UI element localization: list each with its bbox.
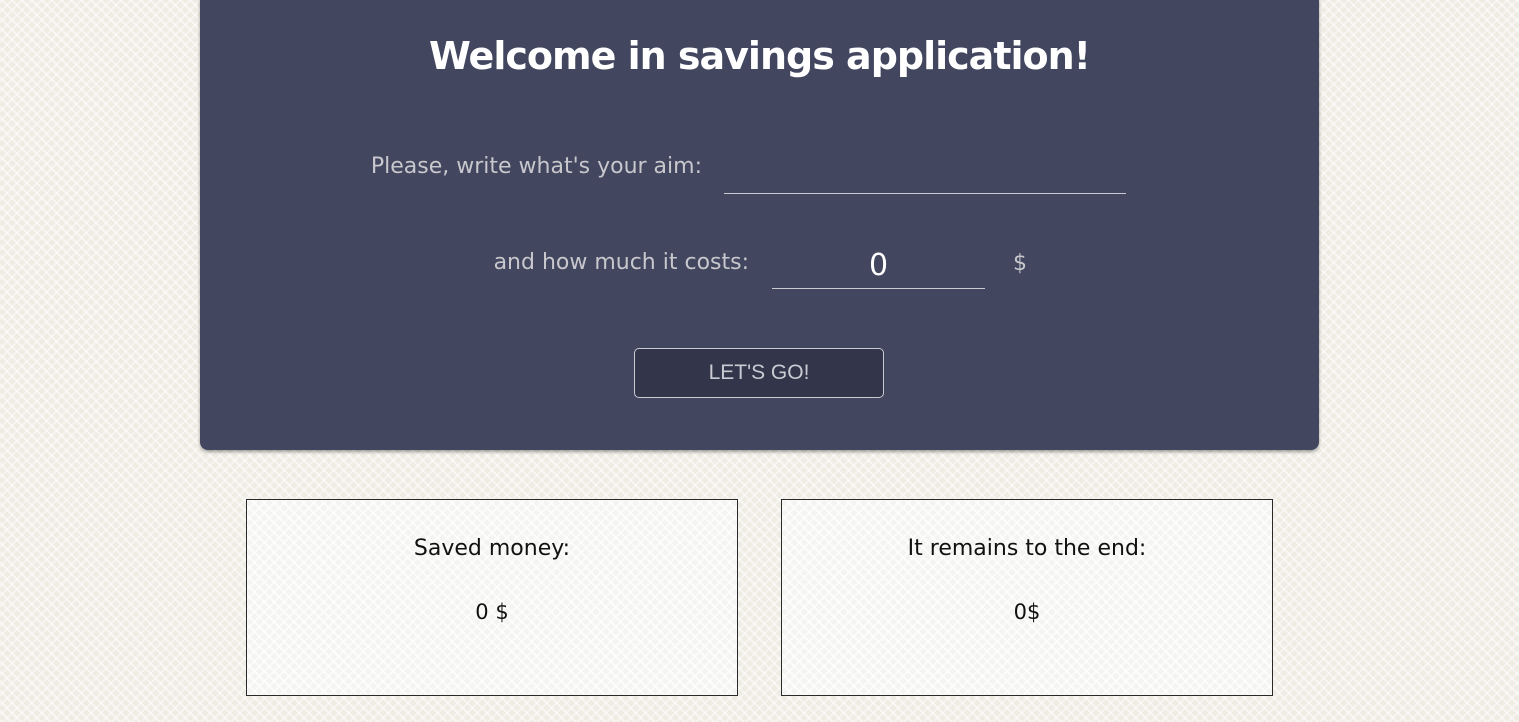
cost-input[interactable] [772,242,985,289]
lets-go-button[interactable]: LET'S GO! [634,348,884,398]
main-panel: Welcome in savings application! Please, … [200,0,1319,450]
currency-label: $ [1013,251,1027,276]
saved-money-title: Saved money: [413,536,571,561]
page-title: Welcome in savings application! [429,34,1091,78]
remaining-card: It remains to the end: 0$ [781,499,1273,696]
cost-label: and how much it costs: [493,250,749,275]
remaining-value: 0$ [1013,600,1041,624]
remaining-title: It remains to the end: [907,536,1147,561]
saved-money-card: Saved money: 0 $ [246,499,738,696]
aim-input[interactable] [724,148,1126,194]
aim-label: Please, write what's your aim: [370,154,702,179]
saved-money-value: 0 $ [475,600,509,624]
